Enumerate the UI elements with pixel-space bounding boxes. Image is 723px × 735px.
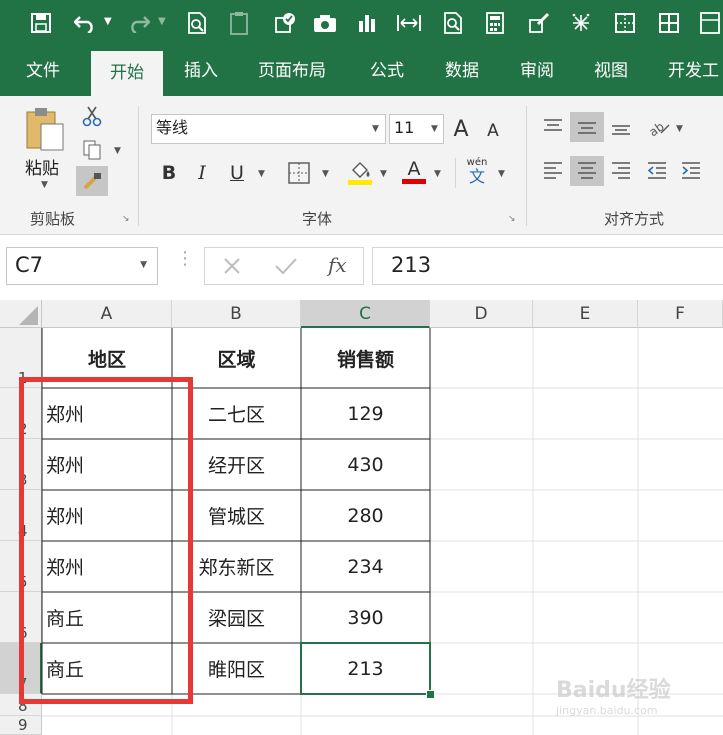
align-center-icon[interactable] xyxy=(570,156,604,186)
redo-icon[interactable] xyxy=(126,9,152,37)
formula-bar: C7 ▼ ⋮ fx 213 xyxy=(0,235,723,298)
more-icon[interactable]: ⋮ xyxy=(176,250,194,268)
tab-formulas[interactable]: 公式 xyxy=(370,47,404,96)
table-cell[interactable]: 430 xyxy=(301,439,430,490)
baidu-watermark: Baidu经验 jingyan.baidu.com xyxy=(556,678,671,717)
align-left-icon[interactable] xyxy=(540,158,566,184)
name-box-dropdown-icon[interactable]: ▼ xyxy=(140,260,147,270)
clipboard-group-label: 剪贴板 xyxy=(30,210,76,228)
spreadsheet-grid: A B C D E F 1 2 3 4 5 6 7 8 9 地区 区域 销售额 … xyxy=(0,300,723,735)
font-group-label: 字体 xyxy=(302,210,333,228)
paste-dropdown-icon[interactable]: ▼ xyxy=(41,180,48,190)
active-cell-outline xyxy=(300,642,431,695)
undo-dropdown-icon[interactable]: ▼ xyxy=(104,16,112,27)
copy-dropdown-icon[interactable]: ▼ xyxy=(114,146,121,156)
font-color-icon[interactable]: A xyxy=(400,156,428,186)
increase-indent-icon[interactable] xyxy=(678,158,704,184)
table-cell[interactable]: 280 xyxy=(301,490,430,541)
alignment-group-label: 对齐方式 xyxy=(604,210,665,228)
find-icon[interactable] xyxy=(440,9,466,37)
phonetic-dropdown-icon[interactable]: ▼ xyxy=(498,169,505,179)
bold-button[interactable]: B xyxy=(158,160,180,186)
column-width-icon[interactable] xyxy=(396,9,422,37)
underline-button[interactable]: U xyxy=(226,160,248,186)
grow-font-icon[interactable]: A xyxy=(450,116,472,142)
tab-page-layout[interactable]: 页面布局 xyxy=(258,47,326,96)
bottom-align-icon[interactable] xyxy=(608,114,634,140)
insert-function-button[interactable]: fx xyxy=(328,253,347,277)
middle-align-icon[interactable] xyxy=(570,112,604,142)
italic-button[interactable]: I xyxy=(192,160,212,186)
borders-icon[interactable] xyxy=(286,160,312,186)
copy-icon[interactable] xyxy=(80,138,104,162)
pen-icon[interactable] xyxy=(272,9,298,37)
paste-icon[interactable] xyxy=(22,106,68,152)
font-color-dropdown-icon[interactable]: ▼ xyxy=(434,169,441,179)
paste-button[interactable]: 粘贴 xyxy=(25,154,59,179)
cancel-icon[interactable] xyxy=(220,254,244,278)
table-cell[interactable]: 390 xyxy=(301,592,430,643)
asterisk-icon[interactable] xyxy=(568,9,594,37)
align-right-icon[interactable] xyxy=(608,158,634,184)
enter-icon[interactable] xyxy=(273,254,299,278)
font-launcher-icon[interactable]: ↘ xyxy=(508,214,516,224)
font-name-field[interactable]: 等线 xyxy=(151,114,386,144)
clipboard-icon[interactable] xyxy=(226,9,252,37)
orientation-dropdown-icon[interactable]: ▼ xyxy=(676,124,683,134)
tab-file[interactable]: 文件 xyxy=(26,47,60,96)
tab-review[interactable]: 审阅 xyxy=(520,47,554,96)
font-name-dropdown-icon[interactable]: ▼ xyxy=(372,124,379,134)
table-cell[interactable]: 129 xyxy=(301,388,430,439)
table-cell[interactable]: 234 xyxy=(301,541,430,592)
redo-dropdown-icon[interactable]: ▼ xyxy=(158,16,166,27)
ribbon: 粘贴 ▼ ▼ 剪贴板 ↘ 等线 ▼ 11 ▼ A A B I U ▼ ▼ ▼ A… xyxy=(0,96,723,235)
cut-icon[interactable] xyxy=(80,104,104,128)
print-preview-icon[interactable] xyxy=(184,9,210,37)
ribbon-tabs: 文件 开始 插入 页面布局 公式 数据 审阅 视图 开发工 xyxy=(0,47,723,96)
save-icon[interactable] xyxy=(28,9,54,37)
tab-home[interactable]: 开始 xyxy=(91,51,163,96)
orientation-icon[interactable]: ab xyxy=(646,114,672,140)
tab-view[interactable]: 视图 xyxy=(594,47,628,96)
format-painter-icon[interactable] xyxy=(76,166,108,196)
camera-icon[interactable] xyxy=(312,9,338,37)
tab-data[interactable]: 数据 xyxy=(445,47,479,96)
fill-handle[interactable] xyxy=(426,690,435,699)
tab-insert[interactable]: 插入 xyxy=(184,47,218,96)
quick-access-toolbar: ▼ ▼ xyxy=(0,0,723,47)
undo-icon[interactable] xyxy=(72,9,98,37)
font-size-dropdown-icon[interactable]: ▼ xyxy=(431,124,438,134)
fill-color-dropdown-icon[interactable]: ▼ xyxy=(380,169,387,179)
customize-qat-icon[interactable] xyxy=(697,9,723,37)
grid-icon[interactable] xyxy=(656,9,682,37)
border-icon[interactable] xyxy=(612,9,638,37)
formula-input[interactable]: 213 xyxy=(372,247,723,285)
chart-icon[interactable] xyxy=(354,9,380,37)
borders-dropdown-icon[interactable]: ▼ xyxy=(322,169,329,179)
fill-color-icon[interactable] xyxy=(346,158,374,186)
divider xyxy=(455,158,456,188)
svg-text:ab: ab xyxy=(647,119,667,137)
top-align-icon[interactable] xyxy=(540,114,566,140)
highlight-box xyxy=(19,377,193,704)
brush-icon[interactable] xyxy=(526,9,552,37)
underline-dropdown-icon[interactable]: ▼ xyxy=(258,169,265,179)
divider xyxy=(526,106,527,226)
name-box[interactable]: C7 ▼ xyxy=(6,247,158,285)
decrease-indent-icon[interactable] xyxy=(644,158,670,184)
name-box-value: C7 xyxy=(15,253,44,277)
calculator-icon[interactable] xyxy=(482,9,508,37)
clipboard-launcher-icon[interactable]: ↘ xyxy=(122,214,130,224)
formula-value: 213 xyxy=(391,253,432,277)
shrink-font-icon[interactable]: A xyxy=(483,120,503,142)
divider xyxy=(138,106,139,226)
tab-developer[interactable]: 开发工 xyxy=(668,47,719,96)
phonetic-icon[interactable]: wén 文 xyxy=(463,156,491,186)
header-cell-sales[interactable]: 销售额 xyxy=(301,328,430,388)
